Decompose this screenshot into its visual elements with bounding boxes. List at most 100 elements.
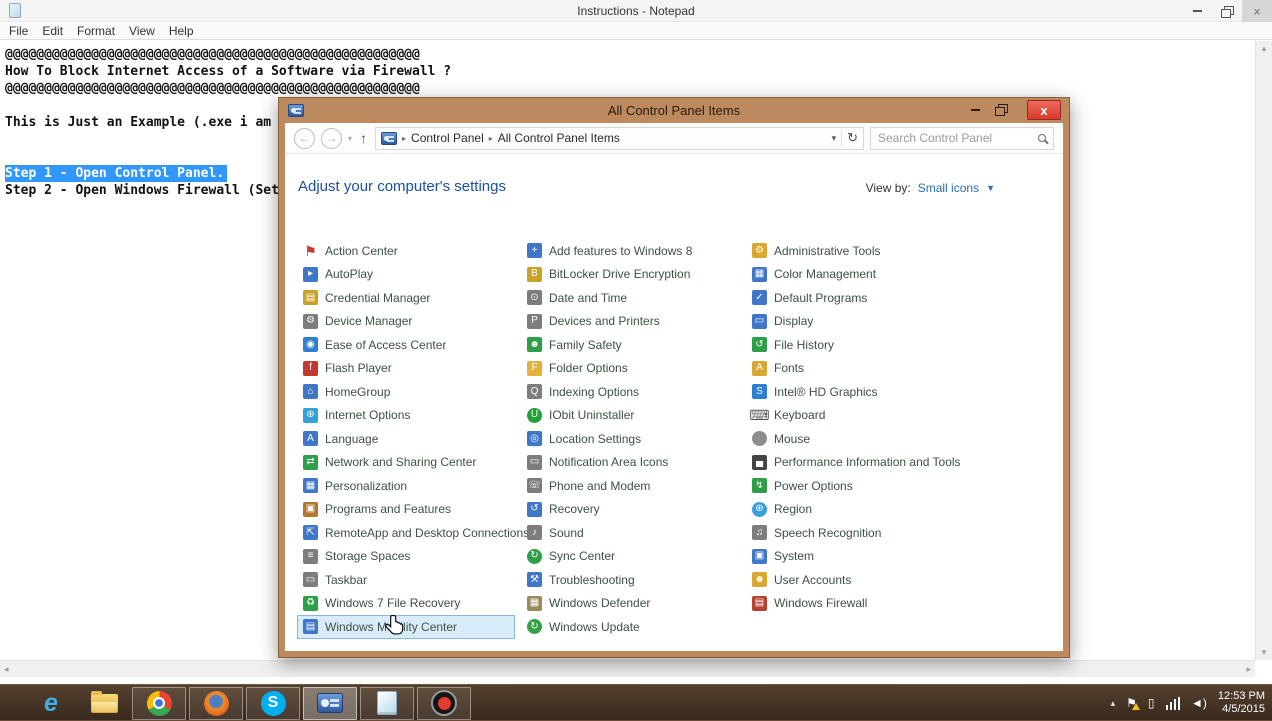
chevron-down-icon[interactable]: ▼ xyxy=(986,183,995,193)
notepad-titlebar[interactable]: Instructions - Notepad × xyxy=(0,0,1272,22)
taskbar-button-skype[interactable] xyxy=(246,686,300,720)
cp-item-default-programs[interactable]: ✓ Default Programs xyxy=(746,286,1046,310)
location-settings-icon: ◎ xyxy=(527,431,542,447)
cp-item-family-safety[interactable]: ☻ Family Safety xyxy=(521,333,746,357)
cp-item-programs-and-features[interactable]: ▣ Programs and Features xyxy=(297,498,521,522)
menu-edit[interactable]: Edit xyxy=(37,24,72,38)
cp-item-color-management[interactable]: ▦ Color Management xyxy=(746,263,1046,287)
cp-item-windows-mobility-center[interactable]: ▤Windows Mobility Center xyxy=(297,615,515,639)
menu-file[interactable]: File xyxy=(4,24,37,38)
search-box[interactable] xyxy=(870,126,1054,150)
up-icon[interactable]: ↑ xyxy=(360,130,367,146)
cp-minimize-button[interactable] xyxy=(963,102,987,118)
menu-format[interactable]: Format xyxy=(72,24,124,38)
cp-restore-button[interactable] xyxy=(989,102,1013,118)
cp-item-file-history[interactable]: ↺ File History xyxy=(746,333,1046,357)
show-hidden-icons-icon[interactable]: ▴ xyxy=(1111,698,1116,708)
cp-item-folder-options[interactable]: F Folder Options xyxy=(521,357,746,381)
cp-item-windows-update[interactable]: ↻ Windows Update xyxy=(521,615,746,639)
cp-item-region[interactable]: ⊕ Region xyxy=(746,498,1046,522)
notepad-horizontal-scrollbar[interactable]: ◂ ▸ xyxy=(0,660,1255,677)
cp-item-device-manager[interactable]: ⚙ Device Manager xyxy=(297,310,521,334)
cp-item-intel-hd-graphics[interactable]: S Intel® HD Graphics xyxy=(746,380,1046,404)
cp-item-display[interactable]: ▭ Display xyxy=(746,310,1046,334)
cp-item-internet-options[interactable]: ⊕ Internet Options xyxy=(297,404,521,428)
power-plug-icon[interactable]: ▯ xyxy=(1148,697,1155,709)
cp-item-personalization[interactable]: ▦ Personalization xyxy=(297,474,521,498)
cp-item-ease-of-access-center[interactable]: ◉ Ease of Access Center xyxy=(297,333,521,357)
address-dropdown-icon[interactable]: ▾ xyxy=(832,133,837,144)
cp-item-troubleshooting[interactable]: ⚒ Troubleshooting xyxy=(521,568,746,592)
cp-item-windows-firewall[interactable]: ▤ Windows Firewall xyxy=(746,592,1046,616)
volume-icon[interactable]: ◄) xyxy=(1191,697,1207,709)
taskbar-button-file-explorer[interactable] xyxy=(79,687,129,720)
cp-item-keyboard[interactable]: ⌨ Keyboard xyxy=(746,404,1046,428)
scroll-up-icon[interactable]: ▴ xyxy=(1262,43,1267,54)
cp-item-bitlocker-drive-encryption[interactable]: B BitLocker Drive Encryption xyxy=(521,263,746,287)
taskbar-button-firefox[interactable] xyxy=(189,686,243,720)
action-center-flag-icon[interactable]: ⚑ xyxy=(1126,697,1140,710)
cp-item-fonts[interactable]: A Fonts xyxy=(746,357,1046,381)
cp-item-devices-and-printers[interactable]: P Devices and Printers xyxy=(521,310,746,334)
scroll-right-icon[interactable]: ▸ xyxy=(1246,664,1251,675)
cp-item-flash-player[interactable]: f Flash Player xyxy=(297,357,521,381)
credential-manager-icon: ▤ xyxy=(303,290,318,306)
cp-item-notification-area-icons[interactable]: ▭ Notification Area Icons xyxy=(521,451,746,475)
cp-item-autoplay[interactable]: ▸ AutoPlay xyxy=(297,263,521,287)
cp-item-administrative-tools[interactable]: ⚙ Administrative Tools xyxy=(746,239,1046,263)
cp-item-recovery[interactable]: ↺ Recovery xyxy=(521,498,746,522)
cp-item-sync-center[interactable]: ↻ Sync Center xyxy=(521,545,746,569)
cp-item-user-accounts[interactable]: ☻ User Accounts xyxy=(746,568,1046,592)
cp-item-iobit-uninstaller[interactable]: U IObit Uninstaller xyxy=(521,404,746,428)
control-panel-titlebar[interactable]: All Control Panel Items x xyxy=(279,98,1069,123)
cp-item-windows-7-file-recovery[interactable]: ♻ Windows 7 File Recovery xyxy=(297,592,521,616)
notepad-close-button[interactable]: × xyxy=(1242,0,1272,22)
notepad-restore-button[interactable] xyxy=(1212,0,1242,22)
view-by-value[interactable]: Small icons xyxy=(918,181,979,195)
breadcrumb-all-items[interactable]: All Control Panel Items xyxy=(498,131,620,145)
taskbar-button-chrome[interactable] xyxy=(132,686,186,720)
cp-item-windows-defender[interactable]: ▦ Windows Defender xyxy=(521,592,746,616)
menu-view[interactable]: View xyxy=(124,24,164,38)
cp-item-network-and-sharing-center[interactable]: ⇄ Network and Sharing Center xyxy=(297,451,521,475)
cp-item-action-center[interactable]: ⚑ Action Center xyxy=(297,239,521,263)
cp-item-sound[interactable]: ♪ Sound xyxy=(521,521,746,545)
forward-icon[interactable]: → xyxy=(321,127,342,149)
cp-item-location-settings[interactable]: ◎ Location Settings xyxy=(521,427,746,451)
breadcrumb-control-panel[interactable]: Control Panel xyxy=(411,131,484,145)
cp-item-remoteapp-and-desktop-connections[interactable]: ⇱ RemoteApp and Desktop Connections xyxy=(297,521,529,545)
menu-help[interactable]: Help xyxy=(164,24,203,38)
cp-item-taskbar[interactable]: ▭ Taskbar xyxy=(297,568,521,592)
taskbar-button-internet-explorer[interactable]: e xyxy=(26,687,76,720)
scroll-left-icon[interactable]: ◂ xyxy=(4,664,9,675)
cp-item-add-features-to-windows-8[interactable]: + Add features to Windows 8 xyxy=(521,239,746,263)
cp-item-credential-manager[interactable]: ▤ Credential Manager xyxy=(297,286,521,310)
breadcrumb[interactable]: ▸ Control Panel ▸ All Control Panel Item… xyxy=(375,126,864,150)
cp-item-mouse[interactable]: Mouse xyxy=(746,427,1046,451)
cp-item-storage-spaces[interactable]: ≡ Storage Spaces xyxy=(297,545,521,569)
cp-close-button[interactable]: x xyxy=(1027,100,1061,120)
cp-item-homegroup[interactable]: ⌂ HomeGroup xyxy=(297,380,521,404)
taskbar-clock[interactable]: 12:53 PM 4/5/2015 xyxy=(1218,690,1265,716)
scroll-down-icon[interactable]: ▾ xyxy=(1262,647,1267,658)
recent-pages-icon[interactable]: ▾ xyxy=(348,134,352,143)
taskbar-button-notepad[interactable] xyxy=(360,686,414,720)
cp-item-language[interactable]: A Language xyxy=(297,427,521,451)
search-input[interactable] xyxy=(878,131,1038,145)
view-by-control[interactable]: View by: Small icons ▼ xyxy=(866,181,995,195)
cp-item-date-and-time[interactable]: ⊙ Date and Time xyxy=(521,286,746,310)
taskbar-button-control-panel[interactable] xyxy=(303,686,357,720)
network-signal-icon[interactable] xyxy=(1165,696,1181,710)
cp-item-power-options[interactable]: ↯ Power Options xyxy=(746,474,1046,498)
cp-item-phone-and-modem[interactable]: ☏ Phone and Modem xyxy=(521,474,746,498)
cp-item-performance-information-and-tools[interactable]: ▄ Performance Information and Tools xyxy=(746,451,1046,475)
notepad-minimize-button[interactable] xyxy=(1182,0,1212,22)
search-icon[interactable] xyxy=(1038,134,1046,142)
notepad-vertical-scrollbar[interactable]: ▴ ▾ xyxy=(1255,41,1272,660)
refresh-icon[interactable]: ↻ xyxy=(847,130,858,146)
cp-item-system[interactable]: ▣ System xyxy=(746,545,1046,569)
back-icon[interactable]: ← xyxy=(294,127,315,149)
cp-item-speech-recognition[interactable]: ♫ Speech Recognition xyxy=(746,521,1046,545)
taskbar-button-screen-recorder[interactable] xyxy=(417,686,471,720)
cp-item-indexing-options[interactable]: Q Indexing Options xyxy=(521,380,746,404)
